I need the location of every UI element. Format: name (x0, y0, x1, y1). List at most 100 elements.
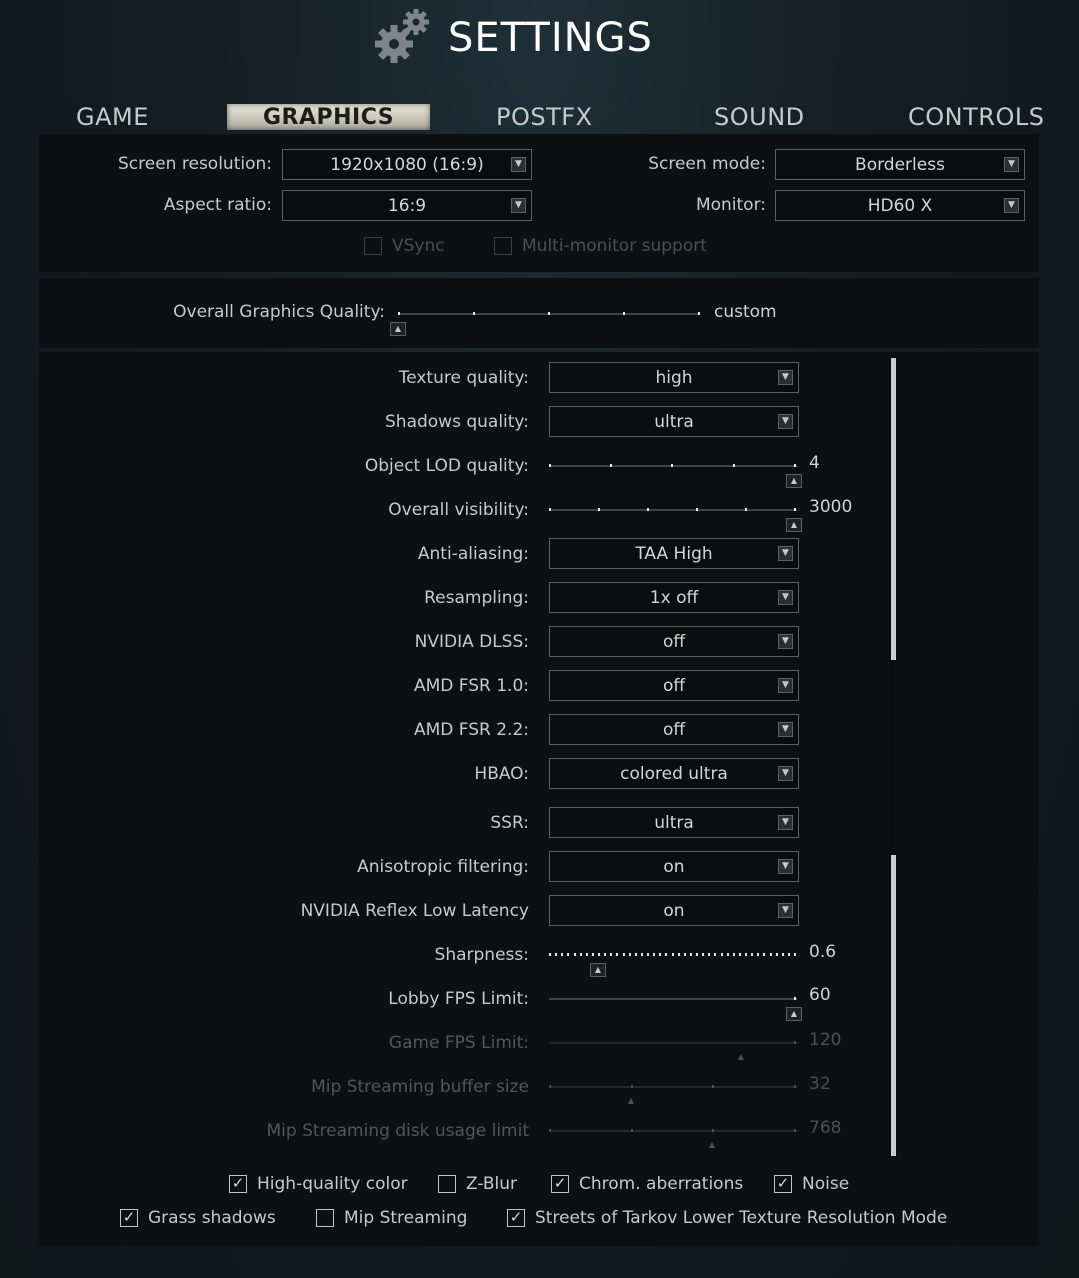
chevron-down-icon: ▼ (778, 634, 793, 649)
overall-visibility-slider[interactable]: ▲ (549, 502, 802, 532)
amd-fsr-22-label: AMD FSR 2.2: (413, 720, 529, 740)
z-blur-label: Z-Blur (466, 1174, 518, 1194)
screen-resolution-select[interactable]: 1920x1080 (16:9) ▼ (282, 149, 532, 180)
mip-disk-slider: ▲ (549, 1123, 797, 1153)
vsync-checkbox[interactable]: VSync (364, 236, 445, 256)
amd-fsr-22-select[interactable]: off ▼ (549, 714, 799, 745)
texture-quality-select[interactable]: high ▼ (549, 362, 799, 393)
streets-lowres-checkbox[interactable]: ✓ Streets of Tarkov Lower Texture Resolu… (507, 1208, 947, 1228)
mip-streaming-checkbox[interactable]: Mip Streaming (316, 1208, 467, 1228)
anti-aliasing-value: TAA High (635, 543, 713, 564)
anisotropic-select[interactable]: on ▼ (549, 851, 799, 882)
amd-fsr-22-value: off (662, 719, 686, 740)
caret-up-icon[interactable]: ▲ (786, 474, 802, 488)
streets-lowres-label: Streets of Tarkov Lower Texture Resoluti… (535, 1208, 948, 1228)
nvidia-dlss-select[interactable]: off ▼ (549, 626, 799, 657)
caret-up-icon[interactable]: ▲ (590, 963, 606, 977)
checkbox-box (364, 237, 382, 255)
caret-up-icon[interactable]: ▲ (786, 518, 802, 532)
screen-mode-select[interactable]: Borderless ▼ (775, 149, 1025, 180)
chevron-down-icon: ▼ (778, 815, 793, 830)
monitor-value: HD60 X (867, 195, 933, 216)
multi-monitor-checkbox[interactable]: Multi-monitor support (494, 236, 707, 256)
resampling-label: Resampling: (424, 588, 529, 608)
aspect-ratio-value: 16:9 (387, 195, 427, 216)
scrollbar[interactable] (889, 358, 897, 1156)
caret-up-icon[interactable]: ▲ (390, 322, 406, 336)
checkmark-icon: ✓ (507, 1209, 525, 1227)
hq-color-checkbox[interactable]: ✓ High-quality color (229, 1174, 408, 1194)
anti-aliasing-select[interactable]: TAA High ▼ (549, 538, 799, 569)
monitor-select[interactable]: HD60 X ▼ (775, 190, 1025, 221)
slider-tick (757, 953, 760, 956)
slider-tick (794, 953, 796, 956)
scrollbar-thumb-lower[interactable] (891, 855, 896, 1156)
hbao-value: colored ultra (620, 763, 728, 784)
slider-tick (585, 953, 588, 956)
mip-buffer-label: Mip Streaming buffer size (311, 1077, 529, 1097)
tab-sound[interactable]: SOUND (714, 100, 805, 134)
slider-tick (659, 953, 662, 956)
slider-tick (561, 953, 564, 956)
slider-tick (698, 312, 700, 315)
overall-visibility-value: 3000 (809, 497, 853, 517)
z-blur-checkbox[interactable]: Z-Blur (438, 1174, 517, 1194)
chevron-down-icon: ▼ (778, 370, 793, 385)
game-fps-label: Game FPS Limit: (388, 1033, 529, 1053)
tab-postfx[interactable]: POSTFX (496, 100, 593, 134)
slider-tick (549, 464, 551, 467)
slider-tick (677, 953, 680, 956)
overall-quality-slider[interactable]: ▲ (390, 306, 700, 336)
slider-track (549, 1086, 797, 1088)
reflex-select[interactable]: on ▼ (549, 895, 799, 926)
shadows-quality-select[interactable]: ultra ▼ (549, 406, 799, 437)
checkmark-icon: ✓ (120, 1209, 138, 1227)
slider-tick (610, 464, 612, 467)
tab-graphics[interactable]: GRAPHICS (227, 104, 431, 130)
slider-tick (683, 953, 686, 956)
sharpness-slider[interactable]: ▲ (549, 947, 797, 977)
slider-tick (549, 1129, 551, 1132)
lobby-fps-slider[interactable]: ▲ (549, 991, 802, 1021)
anisotropic-value: on (663, 856, 685, 877)
caret-up-icon[interactable]: ▲ (786, 1007, 802, 1021)
chevron-down-icon: ▼ (778, 590, 793, 605)
tab-game[interactable]: GAME (76, 100, 149, 134)
noise-label: Noise (802, 1174, 850, 1194)
resampling-value: 1x off (649, 587, 699, 608)
noise-checkbox[interactable]: ✓ Noise (774, 1174, 849, 1194)
slider-tick (712, 1085, 714, 1088)
slider-tick (598, 508, 600, 511)
tab-controls[interactable]: CONTROLS (908, 100, 1044, 134)
resampling-select[interactable]: 1x off ▼ (549, 582, 799, 613)
object-lod-slider[interactable]: ▲ (549, 458, 802, 488)
game-fps-value: 120 (809, 1030, 842, 1050)
ssr-select[interactable]: ultra ▼ (549, 807, 799, 838)
screen-mode-value: Borderless (855, 154, 945, 175)
amd-fsr-10-label: AMD FSR 1.0: (413, 676, 529, 696)
slider-tick (631, 1085, 633, 1088)
caret-up-icon: ▲ (737, 1052, 745, 1061)
mip-buffer-slider: ▲ (549, 1079, 797, 1109)
hbao-select[interactable]: colored ultra ▼ (549, 758, 799, 789)
scrollbar-thumb[interactable] (891, 358, 896, 660)
ssr-value: ultra (654, 812, 694, 833)
chevron-down-icon: ▼ (778, 722, 793, 737)
slider-tick (696, 508, 698, 511)
chevron-down-icon: ▼ (1004, 198, 1019, 213)
multi-monitor-label: Multi-monitor support (522, 236, 707, 256)
slider-tick (794, 1041, 796, 1044)
chevron-down-icon: ▼ (1004, 157, 1019, 172)
chrom-aberrations-checkbox[interactable]: ✓ Chrom. aberrations (551, 1174, 743, 1194)
slider-tick (634, 953, 637, 956)
grass-shadows-checkbox[interactable]: ✓ Grass shadows (120, 1208, 276, 1228)
slider-tick (591, 953, 594, 956)
nvidia-dlss-value: off (662, 631, 686, 652)
aspect-ratio-select[interactable]: 16:9 ▼ (282, 190, 532, 221)
screen-resolution-label: Screen resolution: (118, 154, 272, 174)
vsync-label: VSync (392, 236, 445, 256)
overall-quality-value: custom (714, 302, 777, 322)
checkmark-icon: ✓ (551, 1175, 569, 1193)
slider-track (549, 1042, 797, 1044)
amd-fsr-10-select[interactable]: off ▼ (549, 670, 799, 701)
